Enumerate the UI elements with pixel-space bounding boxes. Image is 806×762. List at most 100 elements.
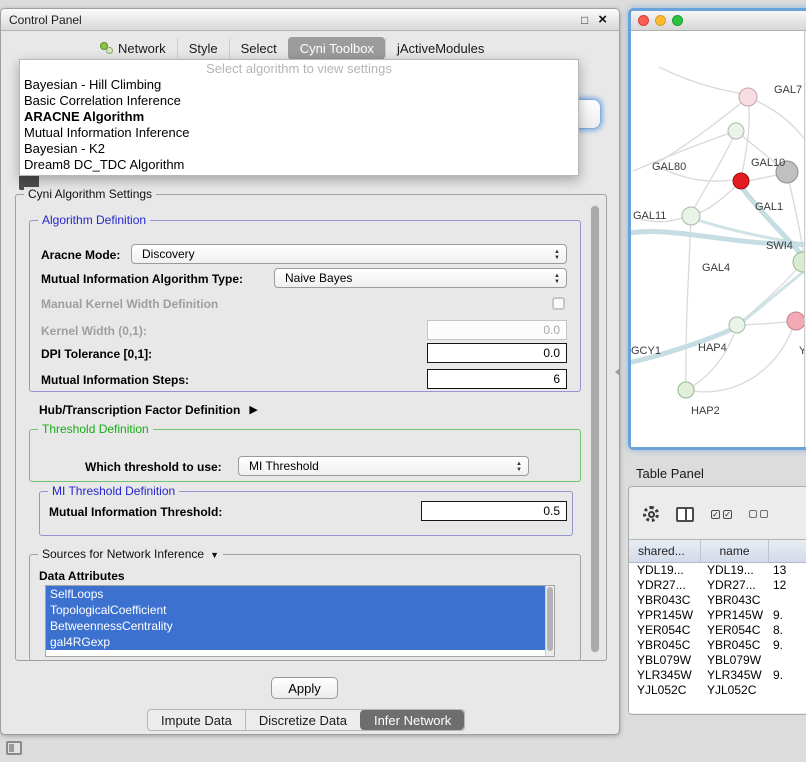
table-toolbar [629, 497, 768, 531]
algorithm-option-mutual-information-inference[interactable]: Mutual Information Inference [20, 125, 578, 141]
close-icon[interactable]: × [598, 13, 607, 27]
mi-steps-input[interactable]: 6 [427, 369, 567, 389]
control-panel-window: Control Panel □ × NetworkStyleSelectCyni… [0, 8, 620, 735]
table-column-header[interactable]: shared... [629, 540, 701, 562]
mi-threshold-group-title: MI Threshold Definition [48, 484, 179, 499]
table-cell: YLR345W [701, 668, 769, 683]
table-row[interactable]: YPR145WYPR145W9. [629, 608, 806, 623]
columns-icon[interactable] [676, 507, 694, 522]
deselect-checkboxes-icon[interactable] [749, 510, 768, 518]
tab-style[interactable]: Style [177, 37, 229, 60]
table-row[interactable]: YBR043CYBR043C [629, 593, 806, 608]
table-body: YDL19...YDL19...13YDR27...YDR27...12YBR0… [629, 563, 806, 713]
collapse-triangle-icon[interactable]: ▼ [210, 550, 219, 560]
table-row[interactable]: YBR045CYBR045C9. [629, 638, 806, 653]
network-node[interactable] [739, 88, 757, 106]
network-node-label: GAL7 [774, 84, 802, 96]
algorithm-option-aracne-algorithm[interactable]: ARACNE Algorithm [20, 109, 578, 125]
settings-scrollbar[interactable] [590, 204, 600, 654]
network-node[interactable] [682, 207, 700, 225]
tab-network[interactable]: Network [89, 37, 177, 60]
network-node[interactable] [729, 317, 745, 333]
network-canvas[interactable]: GAL7GAL80GAL10GAL11GAL1SWI4GAL4GCY1HAP4H… [631, 31, 806, 447]
gear-icon[interactable] [643, 506, 659, 522]
window-buttons: □ × [581, 13, 607, 27]
list-scrollbar[interactable] [545, 586, 554, 656]
algorithm-option-bayesian-hill-climbing[interactable]: Bayesian - Hill Climbing [20, 77, 578, 93]
network-node[interactable] [733, 173, 749, 189]
table-row[interactable]: YDL19...YDL19...13 [629, 563, 806, 578]
table-cell: YDL19... [629, 563, 701, 578]
table-column-header[interactable] [769, 540, 806, 562]
popup-placeholder: Select algorithm to view settings [20, 60, 578, 77]
table-row[interactable]: YLR345WYLR345W9. [629, 668, 806, 683]
window-title: Control Panel [9, 13, 82, 27]
table-cell [769, 653, 806, 668]
algorithm-option-bayesian-k2[interactable]: Bayesian - K2 [20, 141, 578, 157]
minimized-panel-icon[interactable] [6, 741, 22, 755]
data-attributes-label: Data Attributes [39, 569, 125, 583]
zoom-traffic-light[interactable] [672, 15, 683, 26]
algorithm-option-dream8-dc-tdc-algorithm[interactable]: Dream8 DC_TDC Algorithm [20, 157, 578, 173]
mi-algorithm-type-value: Naive Bayes [285, 271, 352, 285]
control-panel-titlebar[interactable]: Control Panel □ × [1, 9, 619, 31]
table-cell: YLR345W [629, 668, 701, 683]
which-threshold-label: Which threshold to use: [85, 460, 222, 474]
hub-definition-expander[interactable]: Hub/Transcription Factor Definition ▶ [39, 403, 258, 417]
which-threshold-select[interactable]: MI Threshold [238, 456, 529, 476]
table-cell: YJL052C [701, 683, 769, 698]
expand-triangle-icon[interactable]: ▶ [249, 404, 257, 416]
select-all-checkboxes-icon[interactable] [711, 510, 732, 519]
combobox-arrows-icon [554, 273, 560, 285]
list-scrollbar-thumb[interactable] [547, 587, 553, 651]
bottom-tab-discretize-data[interactable]: Discretize Data [245, 710, 360, 730]
close-traffic-light[interactable] [638, 15, 649, 26]
tab-select[interactable]: Select [229, 37, 288, 60]
network-graph[interactable]: GAL7GAL80GAL10GAL11GAL1SWI4GAL4GCY1HAP4H… [631, 31, 806, 447]
aracne-mode-select[interactable]: Discovery [131, 244, 567, 264]
settings-scrollbar-thumb[interactable] [591, 206, 599, 652]
data-attribute-item[interactable]: SelfLoops [46, 586, 545, 602]
network-window-titlebar[interactable] [631, 11, 806, 31]
network-node-label: SWI4 [766, 240, 793, 252]
tab-jactivemodules[interactable]: jActiveModules [385, 37, 495, 60]
data-attribute-item[interactable]: gal4RGexp [46, 634, 545, 650]
dpi-tolerance-label: DPI Tolerance [0,1]: [41, 347, 152, 361]
algorithm-option-basic-correlation-inference[interactable]: Basic Correlation Inference [20, 93, 578, 109]
network-node[interactable] [787, 312, 805, 330]
manual-kernel-width-checkbox[interactable] [552, 297, 565, 310]
mi-algorithm-type-select[interactable]: Naive Bayes [274, 268, 567, 288]
combobox-arrows-icon [516, 461, 522, 473]
aracne-mode-label: Aracne Mode: [41, 248, 120, 262]
table-row[interactable]: YJL052CYJL052C [629, 683, 806, 698]
kernel-width-input[interactable]: 0.0 [427, 320, 567, 340]
manual-kernel-width-label: Manual Kernel Width Definition [41, 297, 218, 311]
table-column-header[interactable]: name [701, 540, 769, 562]
network-node[interactable] [678, 382, 694, 398]
table-cell: YPR145W [629, 608, 701, 623]
network-node-label: GAL10 [751, 157, 785, 169]
apply-button[interactable]: Apply [271, 677, 338, 699]
data-attributes-list[interactable]: SelfLoopsTopologicalCoefficientBetweenne… [45, 585, 555, 657]
mi-threshold-label: Mutual Information Threshold: [49, 505, 222, 519]
bottom-tab-impute-data[interactable]: Impute Data [148, 710, 245, 730]
data-attribute-item[interactable]: BetweennessCentrality [46, 618, 545, 634]
table-cell: YPR145W [701, 608, 769, 623]
table-panel-window: shared...name YDL19...YDL19...13YDR27...… [628, 486, 806, 715]
table-cell: YBL079W [629, 653, 701, 668]
table-cell: 13 [769, 563, 806, 578]
bottom-tab-infer-network[interactable]: Infer Network [360, 710, 464, 730]
dpi-tolerance-input[interactable]: 0.0 [427, 343, 567, 363]
mi-threshold-input[interactable]: 0.5 [421, 501, 567, 521]
table-row[interactable]: YDR27...YDR27...12 [629, 578, 806, 593]
minimize-traffic-light[interactable] [655, 15, 666, 26]
tab-cyni-toolbox[interactable]: Cyni Toolbox [288, 37, 385, 60]
columns-icon-divider [685, 509, 687, 520]
float-window-icon[interactable]: □ [581, 14, 588, 26]
network-node[interactable] [728, 123, 744, 139]
split-divider-arrow-icon[interactable] [615, 368, 620, 376]
table-row[interactable]: YBL079WYBL079W [629, 653, 806, 668]
algorithm-dropdown-popup: Select algorithm to view settingsBayesia… [19, 59, 579, 176]
table-row[interactable]: YER054CYER054C8. [629, 623, 806, 638]
data-attribute-item[interactable]: TopologicalCoefficient [46, 602, 545, 618]
